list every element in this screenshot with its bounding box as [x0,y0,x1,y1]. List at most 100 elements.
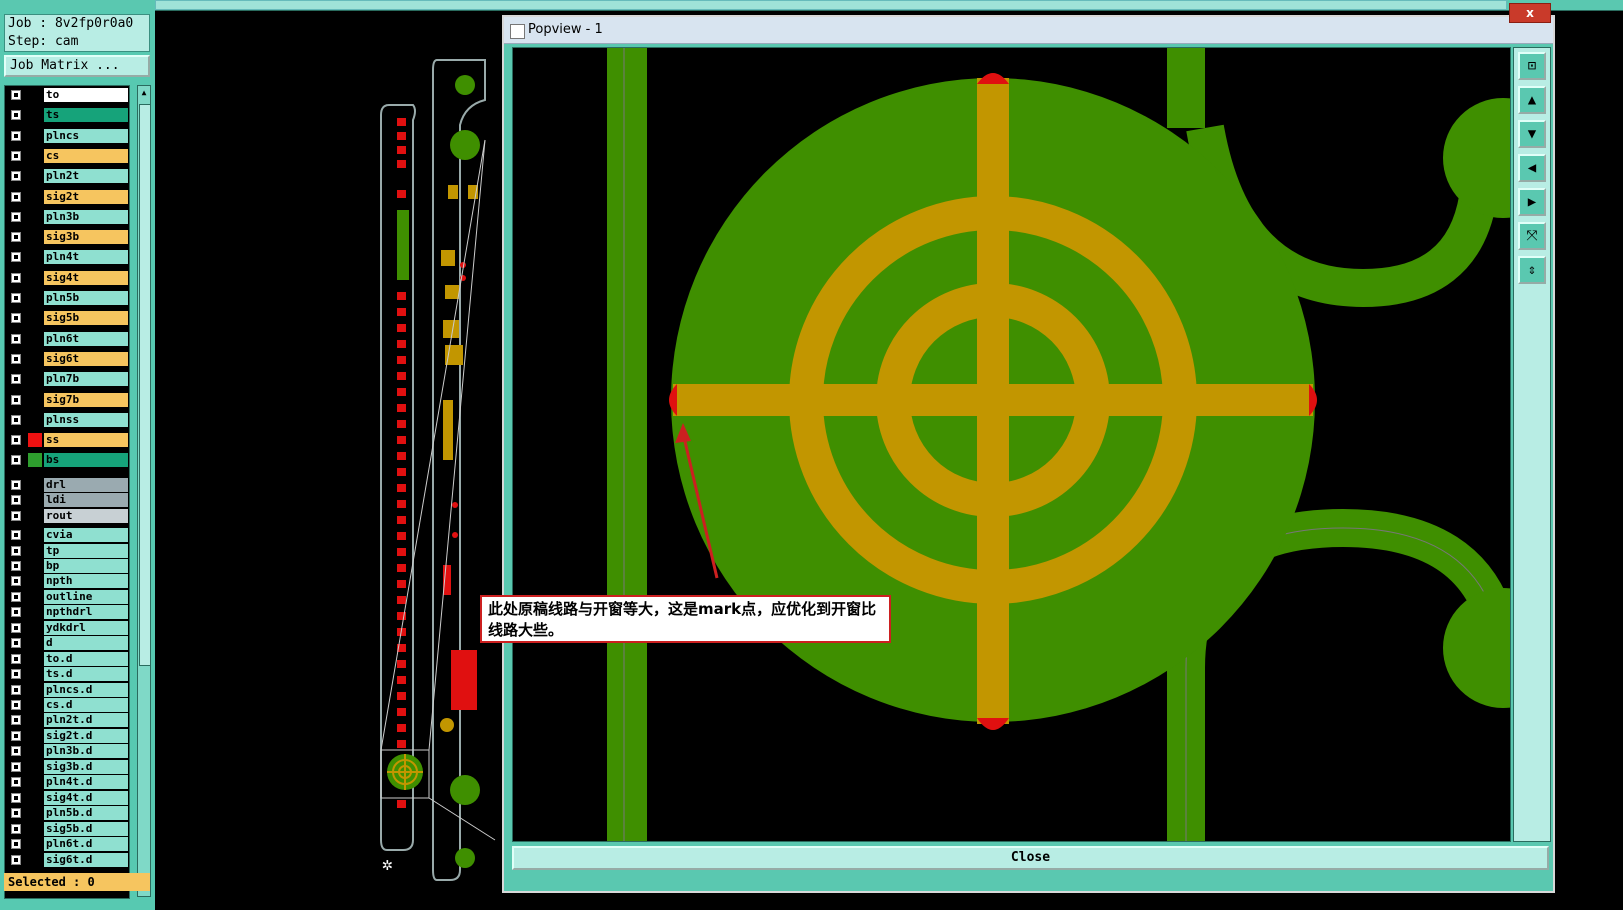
layer-name[interactable]: sig4t [44,270,128,285]
job-matrix-button[interactable]: Job Matrix ... [4,55,150,77]
layer-name[interactable]: ts [44,108,128,123]
layer-color-swatch[interactable] [28,148,42,163]
layer-color-swatch[interactable] [28,108,42,123]
layer-name[interactable]: pln2t [44,169,128,184]
layer-name[interactable]: cs.d [44,698,128,712]
layer-color-swatch[interactable] [28,574,42,589]
layer-checkbox[interactable] [11,560,21,571]
layer-checkbox[interactable] [11,313,21,324]
layer-color-swatch[interactable] [28,508,42,523]
layer-color-swatch[interactable] [28,558,42,573]
layer-name[interactable]: rout [44,508,128,523]
layer-checkbox[interactable] [11,545,21,556]
layer-name[interactable]: pln6t [44,331,128,346]
layer-row[interactable]: rout [8,508,128,523]
layer-row[interactable]: npthdrl [8,605,128,620]
layer-color-swatch[interactable] [28,698,42,712]
layer-row[interactable]: bp [8,558,128,573]
layer-name[interactable]: npthdrl [44,605,128,620]
layer-checkbox[interactable] [11,854,21,865]
layer-name[interactable]: sig3b [44,230,128,245]
layer-checkbox[interactable] [11,394,21,405]
layer-row[interactable]: sig2t [8,189,128,204]
layer-color-swatch[interactable] [28,250,42,265]
layer-checkbox[interactable] [11,211,21,222]
layer-color-swatch[interactable] [28,775,42,790]
layer-name[interactable]: pln4t [44,250,128,265]
layer-color-swatch[interactable] [28,270,42,285]
layer-row[interactable]: sig4t [8,270,128,285]
layer-color-swatch[interactable] [28,837,42,852]
layer-color-swatch[interactable] [28,636,42,651]
layer-name[interactable]: to [44,88,128,102]
layer-checkbox[interactable] [11,792,21,803]
layer-color-swatch[interactable] [28,852,42,867]
layer-name[interactable]: tp [44,543,128,558]
layer-row[interactable]: ts [8,108,128,123]
layer-row[interactable]: pln7b [8,372,128,387]
layer-color-swatch[interactable] [28,651,42,666]
layer-row[interactable]: sig2t.d [8,728,128,743]
layer-row[interactable]: pln3b [8,209,128,224]
layer-row[interactable]: ts.d [8,667,128,682]
layer-color-swatch[interactable] [28,128,42,143]
pan-up-icon[interactable]: ▲ [1518,86,1546,114]
layer-color-swatch[interactable] [28,682,42,697]
layer-name[interactable]: plnss [44,412,128,427]
layer-name[interactable]: outline [44,589,128,604]
layer-checkbox[interactable] [11,191,21,202]
layer-row[interactable]: pln4t [8,250,128,265]
layer-row[interactable]: sig6t [8,351,128,366]
layer-color-swatch[interactable] [28,790,42,805]
popview-titlebar[interactable]: Popview - 1 [504,17,1553,44]
layer-row[interactable]: ydkdrl [8,620,128,635]
layer-checkbox[interactable] [11,808,21,819]
layer-color-swatch[interactable] [28,713,42,728]
layer-row[interactable]: d [8,636,128,651]
layer-name[interactable]: sig5b.d [44,821,128,836]
layer-color-swatch[interactable] [28,331,42,346]
layer-color-swatch[interactable] [28,169,42,184]
layer-checkbox[interactable] [11,839,21,850]
layer-row[interactable]: pln5b.d [8,806,128,821]
layer-name[interactable]: bs [44,453,128,468]
layer-row[interactable]: sig5b.d [8,821,128,836]
layer-name[interactable]: pln5b [44,291,128,305]
layer-name[interactable]: cs [44,148,128,163]
layer-row[interactable]: sig6t.d [8,852,128,867]
layer-name[interactable]: ydkdrl [44,620,128,635]
scroll-up-icon[interactable]: ▲ [139,88,149,98]
layer-list-scrollbar[interactable]: ▲ ▼ [137,85,151,897]
layer-checkbox[interactable] [11,293,21,303]
layer-checkbox[interactable] [11,150,21,161]
popview-close-button[interactable]: Close [512,846,1549,870]
layer-row[interactable]: cs.d [8,698,128,712]
layer-checkbox[interactable] [11,591,21,602]
layer-checkbox[interactable] [11,684,21,695]
pan-down-icon[interactable]: ▼ [1518,120,1546,148]
layer-name[interactable]: plncs [44,128,128,143]
layer-name[interactable]: pln6t.d [44,837,128,852]
layer-row[interactable]: pln2t [8,169,128,184]
layer-name[interactable]: pln4t.d [44,775,128,790]
layer-row[interactable]: cs [8,148,128,163]
layer-checkbox[interactable] [11,607,21,618]
layer-color-swatch[interactable] [28,230,42,245]
layer-color-swatch[interactable] [28,759,42,774]
layer-color-swatch[interactable] [28,744,42,759]
layer-checkbox[interactable] [11,252,21,263]
layer-checkbox[interactable] [11,746,21,757]
layer-row[interactable]: sig7b [8,392,128,407]
layer-name[interactable]: cvia [44,528,128,543]
layer-checkbox[interactable] [11,171,21,182]
layer-name[interactable]: sig6t [44,351,128,366]
scroll-thumb[interactable] [139,104,151,666]
layer-name[interactable]: ss [44,433,128,448]
layer-color-swatch[interactable] [28,605,42,620]
zoom-window-icon[interactable]: ⊡ [1518,52,1546,80]
layer-row[interactable]: sig4t.d [8,790,128,805]
layer-color-swatch[interactable] [28,372,42,387]
layer-name[interactable]: bp [44,558,128,573]
layer-row[interactable]: npth [8,574,128,589]
layer-color-swatch[interactable] [28,493,42,508]
